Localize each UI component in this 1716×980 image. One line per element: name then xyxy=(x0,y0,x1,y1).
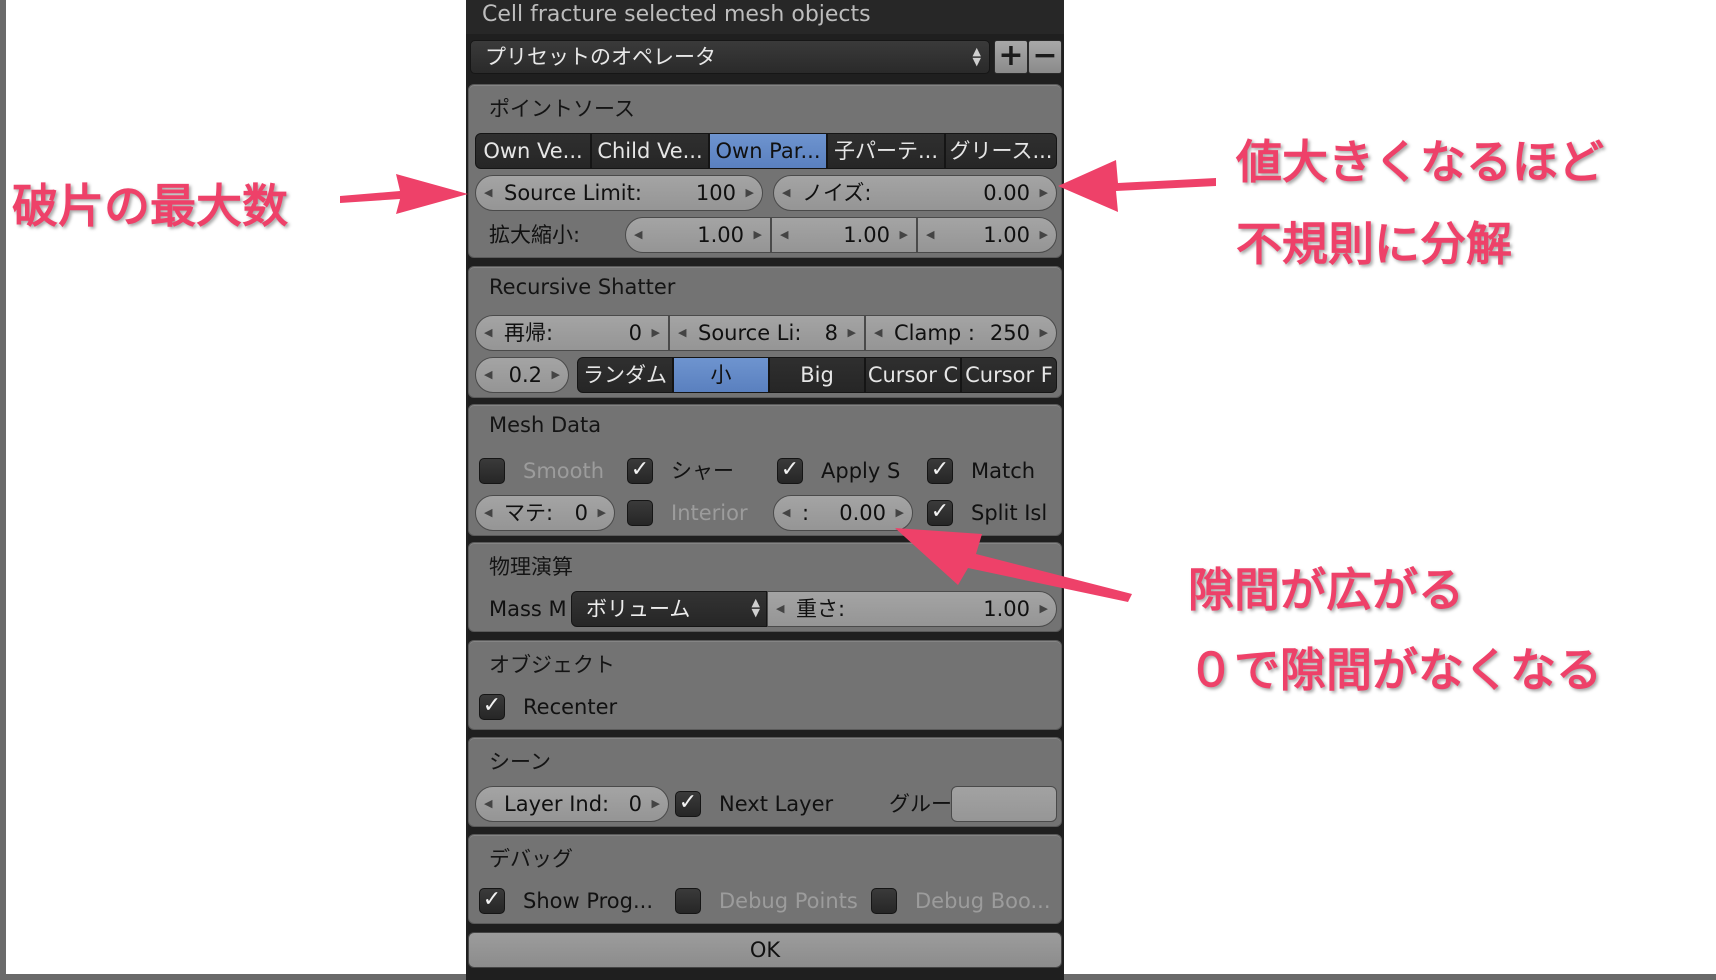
annotation-margin-line-1: 隙間が広がる xyxy=(1188,563,1464,617)
arrow-noise xyxy=(1058,160,1216,212)
annotation-noise-line-2: 不規則に分解 xyxy=(1236,217,1512,271)
annotation-margin-line-2: ０で隙間がなくなる xyxy=(1188,643,1602,697)
arrow-margin xyxy=(895,528,1132,602)
arrow-max-pieces xyxy=(340,174,468,214)
annotation-arrow-group xyxy=(340,160,1216,602)
annotation-max-pieces: 破片の最大数 xyxy=(12,179,288,233)
annotation-noise-line-1: 値大きくなるほど xyxy=(1236,135,1604,189)
